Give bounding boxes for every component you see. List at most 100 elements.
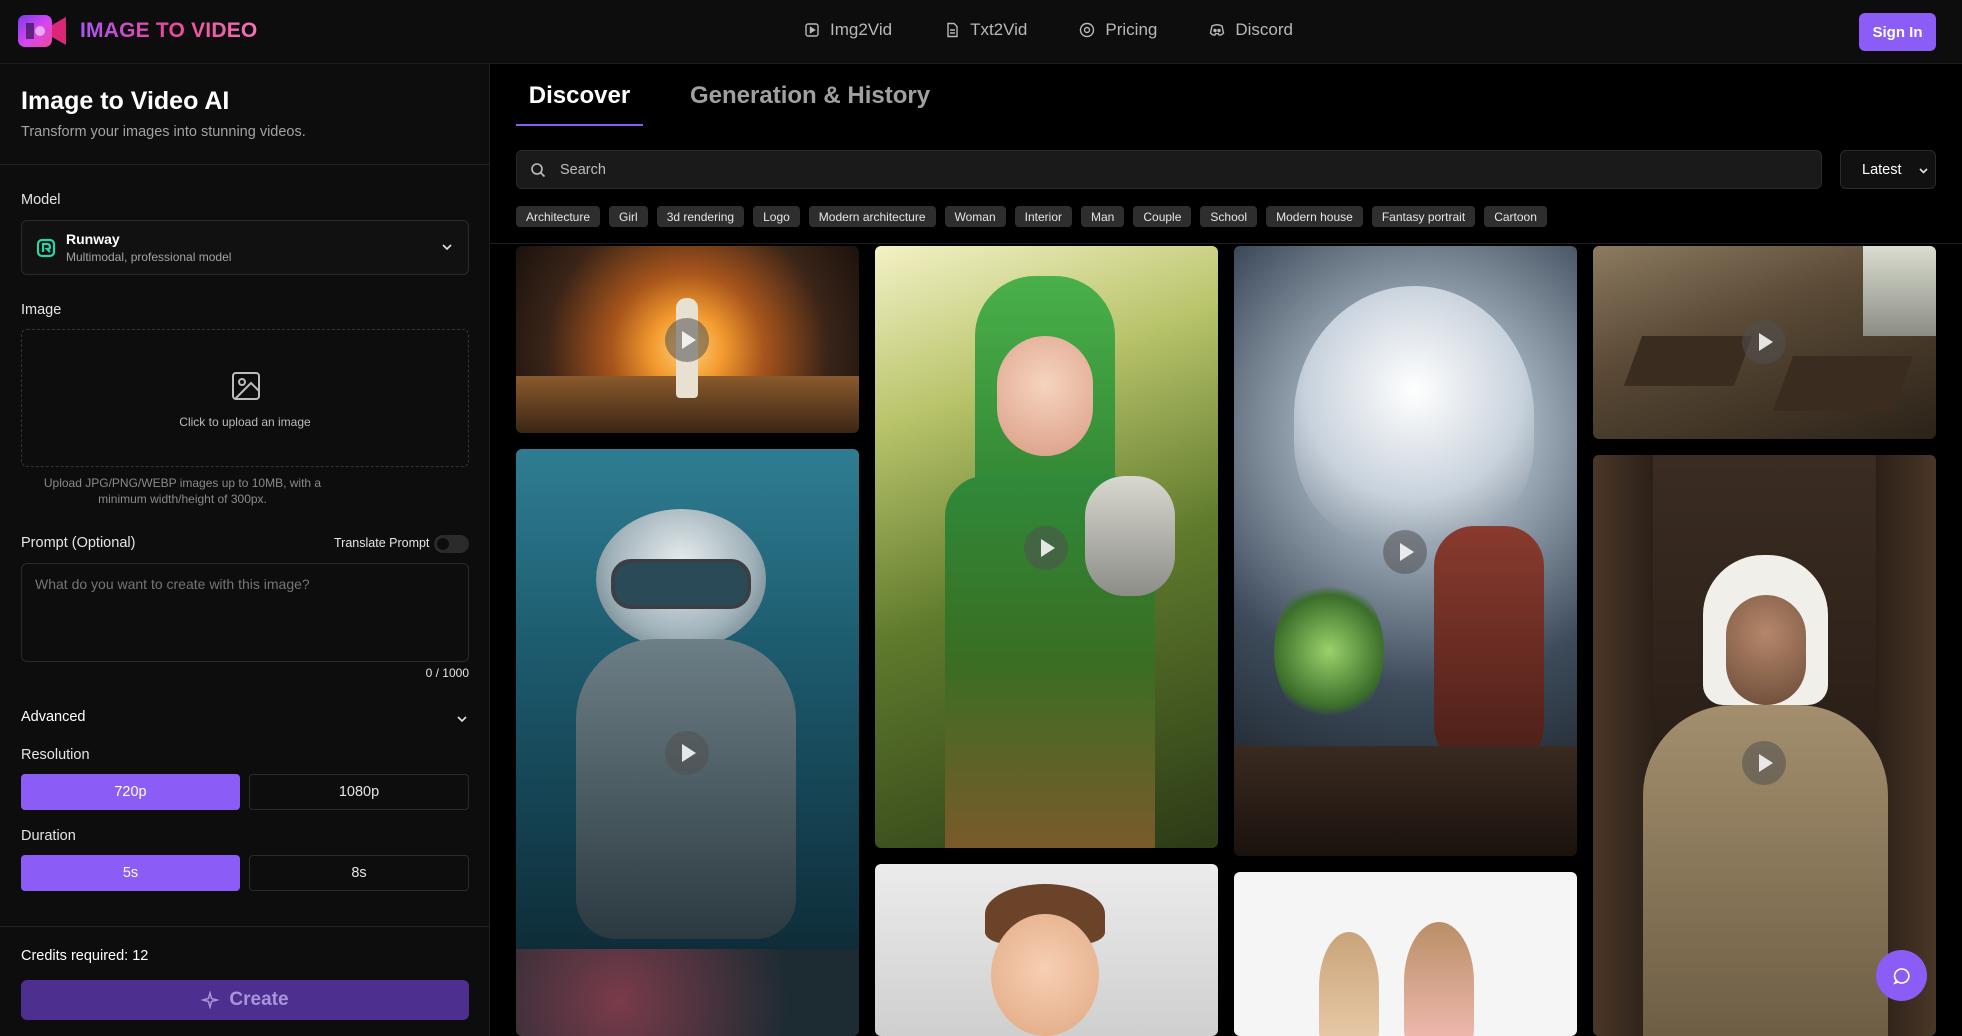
play-icon[interactable] (665, 318, 709, 362)
play-icon[interactable] (1383, 530, 1427, 574)
tag-chip[interactable]: Modern architecture (808, 206, 936, 227)
video-card-library[interactable] (1593, 246, 1936, 439)
tag-chip[interactable]: Cartoon (1484, 206, 1547, 227)
document-icon (947, 22, 958, 38)
nav-txt2vid-label: Txt2Vid (970, 20, 1028, 39)
armor-shape (1085, 476, 1175, 596)
image-upload-dropzone[interactable]: Click to upload an image (21, 329, 469, 467)
eagle-shape (1294, 286, 1534, 546)
logo-icon (16, 11, 68, 51)
chevron-down-icon (457, 716, 467, 723)
discord-icon (1210, 24, 1225, 36)
logo[interactable]: IMAGE TO VIDEO (16, 11, 257, 51)
create-label: Create (229, 989, 289, 1010)
video-card-eagle[interactable] (1234, 246, 1577, 856)
tag-chip[interactable]: Man (1081, 206, 1125, 227)
video-card-cartoon-boy[interactable] (875, 864, 1218, 1036)
coral-shape (516, 949, 859, 1036)
model-label: Model (21, 192, 61, 208)
logo-text: IMAGE TO VIDEO (80, 19, 258, 42)
duration-8s-button[interactable]: 8s (249, 855, 469, 891)
video-card-diver-cat[interactable] (516, 449, 859, 1036)
tab-discover[interactable]: Discover (516, 82, 643, 126)
image-icon (232, 372, 260, 400)
desk-shape (1623, 336, 1753, 386)
video-card-elf-girl[interactable] (875, 246, 1218, 848)
play-icon[interactable] (1742, 320, 1786, 364)
duration-5s-button[interactable]: 5s (21, 855, 240, 891)
video-card-desert-walker[interactable] (516, 246, 859, 433)
nav-discord-label: Discord (1235, 20, 1293, 39)
tag-chip[interactable]: Interior (1014, 206, 1073, 227)
model-select[interactable]: Runway Multimodal, professional model (21, 220, 469, 275)
divider (0, 164, 490, 165)
divider (490, 243, 1962, 244)
chat-support-button[interactable] (1876, 950, 1927, 1001)
top-bar: IMAGE TO VIDEO Img2Vid Txt2Vid Pricing D… (0, 0, 1962, 64)
tag-chip[interactable]: Couple (1133, 206, 1192, 227)
resolution-label: Resolution (21, 747, 90, 763)
page-title: Image to Video AI (21, 87, 230, 115)
play-icon[interactable] (665, 731, 709, 775)
upload-note: Upload JPG/PNG/WEBP images up to 10MB, w… (43, 476, 322, 506)
face-shape (1726, 595, 1806, 705)
chat-bubble-icon (1892, 967, 1910, 984)
nav-pricing[interactable]: Pricing (1079, 20, 1157, 40)
ground-shape (1234, 746, 1577, 856)
sparkle-icon (201, 991, 220, 1009)
search-bar (516, 150, 1822, 189)
search-icon (531, 163, 546, 178)
model-name: Runway (66, 231, 120, 247)
window-shape (1863, 246, 1936, 336)
resolution-720p-button[interactable]: 720p (21, 774, 240, 810)
advanced-label: Advanced (21, 709, 86, 725)
face-shape (991, 914, 1099, 1036)
translate-prompt-label: Translate Prompt (334, 536, 430, 550)
divider (0, 926, 490, 927)
video-card-arab-man[interactable] (1593, 455, 1936, 1036)
tag-chip[interactable]: School (1200, 206, 1258, 227)
video-card-rabbit[interactable] (1234, 872, 1577, 1036)
sort-select[interactable]: Latest (1840, 150, 1936, 189)
rabbit-ear-shape (1319, 932, 1379, 1036)
search-input[interactable] (560, 151, 1760, 188)
advanced-toggle[interactable]: Advanced (21, 709, 469, 729)
nav-discord[interactable]: Discord (1209, 20, 1293, 40)
sort-value: Latest (1862, 161, 1902, 178)
nav-img2vid[interactable]: Img2Vid (804, 20, 892, 40)
chevron-down-icon (1919, 168, 1928, 174)
warrior-shape (1434, 526, 1544, 766)
desk-shape (1772, 356, 1914, 411)
mask-shape (611, 559, 751, 609)
nav-txt2vid[interactable]: Txt2Vid (944, 20, 1027, 40)
tag-filters: Architecture Girl 3d rendering Logo Mode… (516, 206, 1547, 227)
create-button[interactable]: Create (21, 980, 469, 1020)
play-icon[interactable] (1024, 526, 1068, 570)
prompt-input[interactable] (21, 563, 469, 662)
tag-chip[interactable]: Architecture (516, 206, 601, 227)
credits-required: Credits required: 12 (21, 948, 149, 964)
translate-prompt-toggle[interactable] (434, 535, 469, 553)
upload-text: Click to upload an image (179, 415, 311, 429)
resolution-1080p-button[interactable]: 1080p (249, 774, 469, 810)
tab-generation-history[interactable]: Generation & History (690, 82, 930, 126)
sign-in-button[interactable]: Sign In (1859, 13, 1936, 51)
tag-chip[interactable]: Logo (753, 206, 800, 227)
tag-chip[interactable]: Woman (944, 206, 1006, 227)
page-subtitle: Transform your images into stunning vide… (21, 124, 306, 140)
model-description: Multimodal, professional model (66, 250, 232, 264)
generator-panel: Image to Video AI Transform your images … (0, 64, 490, 1036)
tag-chip[interactable]: Modern house (1266, 206, 1363, 227)
rabbit-ear-shape (1404, 922, 1474, 1036)
prompt-label: Prompt (Optional) (21, 535, 136, 551)
prompt-char-counter: 0 / 1000 (425, 666, 469, 680)
tree-shape (1274, 576, 1384, 726)
tag-chip[interactable]: 3d rendering (656, 206, 745, 227)
play-icon[interactable] (1742, 741, 1786, 785)
coin-icon (1080, 22, 1095, 38)
duration-label: Duration (21, 828, 76, 844)
tag-chip[interactable]: Girl (609, 206, 648, 227)
tag-chip[interactable]: Fantasy portrait (1371, 206, 1476, 227)
face-shape (997, 336, 1093, 456)
body-shape (576, 639, 796, 939)
